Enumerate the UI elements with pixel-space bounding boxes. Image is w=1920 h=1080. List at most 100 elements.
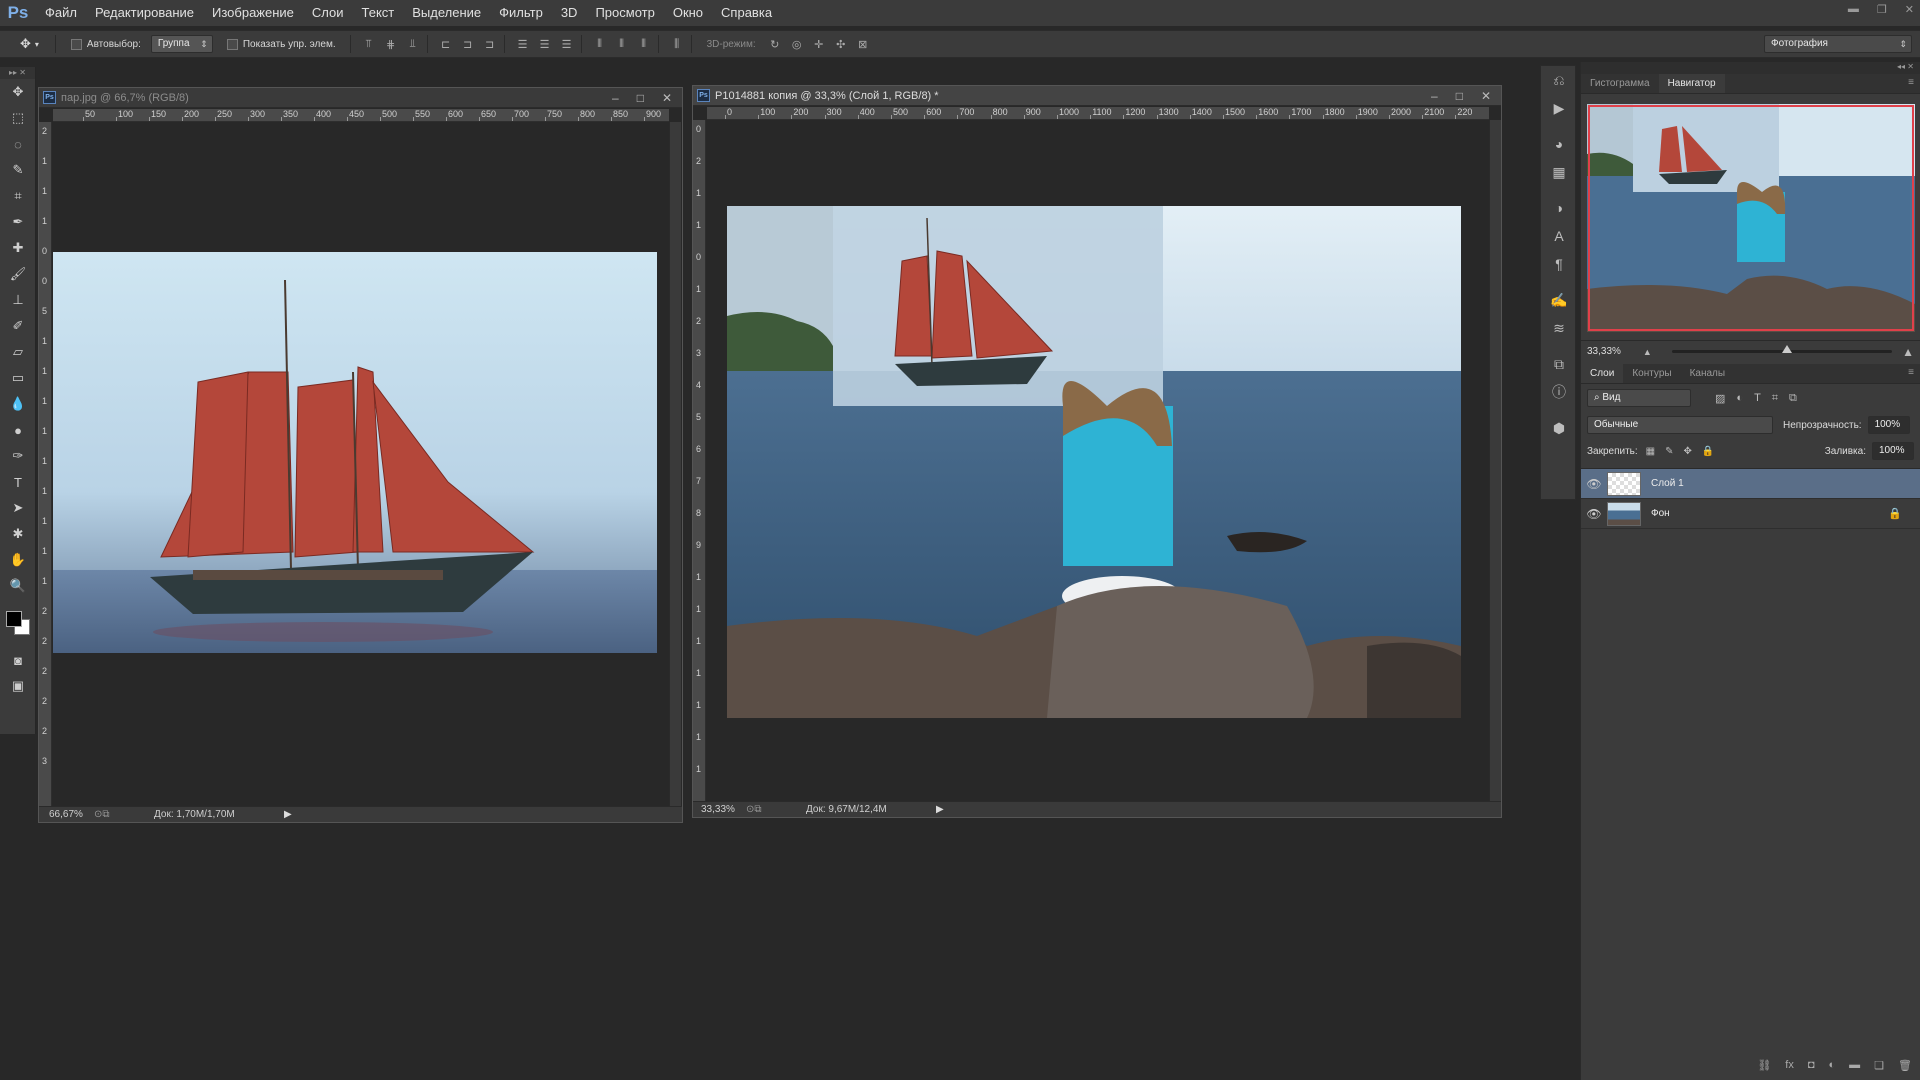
filter-pixel-icon[interactable]: ▨ [1715,392,1725,405]
distribute-bottom-icon[interactable]: ☰ [558,35,576,53]
distribute-hcenter-icon[interactable]: ⫴ [613,35,631,53]
opacity-input[interactable]: 100% [1867,416,1910,434]
align-top-icon[interactable]: ⫪ [360,35,378,53]
lock-transparent-icon[interactable]: ▦ [1646,446,1655,457]
menu-item-8[interactable]: Просмотр [586,0,663,26]
character-panel-icon[interactable]: A [1541,222,1577,250]
filter-smart-icon[interactable]: ⧉ [1789,392,1797,405]
distribute-left-icon[interactable]: ⫴ [591,35,609,53]
add-mask-icon[interactable]: ◘ [1808,1059,1815,1072]
maximize-icon[interactable]: □ [1456,89,1463,103]
fill-input[interactable]: 100% [1872,442,1914,460]
layer-row-1[interactable]: 👁 Слой 1 [1581,469,1920,499]
tab-paths[interactable]: Контуры [1623,364,1680,383]
close-icon[interactable]: ✕ [1481,89,1491,103]
lock-position-icon[interactable]: ✥ [1684,446,1692,457]
quick-select-tool-icon[interactable]: ✎ [0,157,36,183]
link-layers-icon[interactable]: ⛓ [1757,1059,1771,1072]
tab-channels[interactable]: Каналы [1681,364,1735,383]
quick-mask-icon[interactable]: ◙ [0,647,36,673]
menu-item-3[interactable]: Слои [303,0,353,26]
lasso-tool-icon[interactable]: ◌ [0,131,36,157]
panel-menu-icon[interactable]: ≡ [1908,77,1914,88]
close-icon[interactable]: ✕ [662,91,672,105]
foreground-color-swatch[interactable] [6,611,22,627]
navigator-preview[interactable] [1587,104,1915,332]
filter-type-icon[interactable]: T [1754,392,1761,405]
distribute-vcenter-icon[interactable]: ☰ [536,35,554,53]
tab-histogram[interactable]: Гистограмма [1581,74,1659,93]
pen-tool-icon[interactable]: ✑ [0,443,36,469]
crop-tool-icon[interactable]: ⌗ [0,183,36,209]
menu-item-5[interactable]: Выделение [403,0,490,26]
doc2-canvas[interactable] [707,120,1489,801]
brush-presets-icon[interactable]: ≋ [1541,314,1577,342]
lock-pixels-icon[interactable]: ✎ [1665,446,1673,457]
navigator-view-box[interactable] [1588,105,1914,331]
doc2-share-icon[interactable]: ⊙⧉ [746,804,806,815]
align-vcenter-icon[interactable]: ⋕ [382,35,400,53]
doc1-status-menu-icon[interactable]: ▶ [284,809,292,820]
navigator-zoom-value[interactable]: 33,33% [1587,346,1621,357]
blend-mode-select[interactable]: Обычные [1587,416,1773,434]
adjustments-panel-icon[interactable]: ◑ [1541,194,1577,222]
path-select-tool-icon[interactable]: ➤ [0,495,36,521]
doc1-titlebar[interactable]: Ps пар.jpg @ 66,7% (RGB/8) – □ ✕ [39,88,682,108]
panel-menu-icon[interactable]: ≡ [1908,367,1914,378]
align-left-icon[interactable]: ⊏ [437,35,455,53]
doc2-status-menu-icon[interactable]: ▶ [936,804,944,815]
menu-item-2[interactable]: Изображение [203,0,303,26]
align-right-icon[interactable]: ⊐ [481,35,499,53]
new-adjustment-icon[interactable]: ◐ [1829,1059,1836,1072]
align-bottom-icon[interactable]: ⫫ [404,35,422,53]
autoselect-checkbox[interactable] [70,38,82,50]
toolbox-header[interactable]: ▸▸ ✕ [0,67,35,79]
show-controls-checkbox[interactable] [226,38,238,50]
color-panel-icon[interactable]: ◕ [1541,130,1577,158]
zoom-tool-icon[interactable]: 🔍 [0,573,36,599]
menu-item-7[interactable]: 3D [552,0,587,26]
clone-source-icon[interactable]: ⧉ [1541,350,1577,378]
visibility-eye-icon[interactable]: 👁 [1581,477,1607,491]
doc2-titlebar[interactable]: Ps P1014881 копия @ 33,3% (Слой 1, RGB/8… [693,86,1501,106]
info-panel-icon[interactable]: ⓘ [1541,378,1577,406]
roll3d-icon[interactable]: ◎ [788,35,806,53]
minimize-icon[interactable]: – [612,91,619,105]
minimize-icon[interactable]: – [1431,89,1438,103]
screen-mode-icon[interactable]: ▣ [0,673,36,699]
3d-panel-icon[interactable]: ⬢ [1541,414,1577,442]
hand-tool-icon[interactable]: ✋ [0,547,36,573]
doc1-share-icon[interactable]: ⊙⧉ [94,809,154,820]
marquee-tool-icon[interactable]: ⬚ [0,105,36,131]
distribute-top-icon[interactable]: ☰ [514,35,532,53]
tab-navigator[interactable]: Навигатор [1658,74,1725,93]
layer-row-2[interactable]: 👁 Фон 🔒 [1581,499,1920,529]
navigator-zoom-slider[interactable] [1671,345,1893,353]
history-panel-icon[interactable]: ⎌ [1541,66,1577,94]
gradient-tool-icon[interactable]: ▭ [0,365,36,391]
auto-align-icon[interactable]: ⫼ [668,35,686,53]
tab-layers[interactable]: Слои [1581,364,1624,383]
align-hcenter-icon[interactable]: ⊐ [459,35,477,53]
history-brush-tool-icon[interactable]: ✐ [0,313,36,339]
clone-stamp-tool-icon[interactable]: ⊥ [0,287,36,313]
eyedropper-tool-icon[interactable]: ✒ [0,209,36,235]
delete-layer-icon[interactable]: 🗑 [1898,1059,1912,1072]
doc1-canvas[interactable] [53,122,669,806]
type-tool-icon[interactable]: T [0,469,36,495]
zoom-slider-knob[interactable] [1781,345,1792,353]
maximize-icon[interactable]: □ [637,91,644,105]
layer-style-icon[interactable]: fx [1785,1059,1794,1072]
menu-item-0[interactable]: Файл [36,0,86,26]
pan3d-icon[interactable]: ✛ [810,35,828,53]
close-icon[interactable]: ✕ [1905,3,1914,16]
minimize-icon[interactable]: ▬ [1848,3,1859,15]
workspace-select[interactable]: Фотография [1764,35,1912,53]
distribute-right-icon[interactable]: ⫴ [635,35,653,53]
brush-panel-icon[interactable]: ✍ [1541,286,1577,314]
zoom-out-icon[interactable]: ▲ [1643,347,1652,357]
autoselect-select[interactable]: Группа [150,35,213,53]
panel-collapse-bar[interactable]: ◂◂ ✕ [1581,62,1920,74]
new-group-icon[interactable]: ▬ [1849,1059,1860,1072]
restore-icon[interactable]: ❐ [1877,3,1887,16]
